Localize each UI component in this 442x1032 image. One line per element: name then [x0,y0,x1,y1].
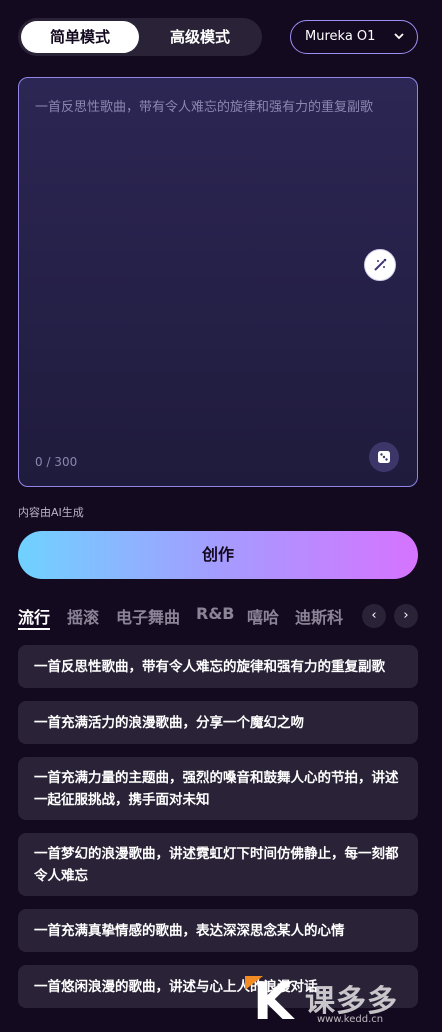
chevron-right-icon: › [403,608,409,623]
char-count: 0 / 300 [35,455,78,469]
tab-disco[interactable]: 迪斯科 [295,604,343,628]
ai-generated-note: 内容由AI生成 [18,506,84,519]
dice-icon[interactable] [369,442,399,472]
mode-toggle: 简单模式 高级模式 [18,18,262,56]
advanced-mode-tab[interactable]: 高级模式 [141,21,259,53]
watermark-url: www.kedd.cn [317,1014,384,1025]
magic-wand-icon[interactable] [364,249,396,281]
chevron-left-icon: ‹ [371,608,377,623]
simple-mode-tab[interactable]: 简单模式 [21,21,139,53]
tabs-prev-button[interactable]: ‹ [362,604,386,628]
model-select-label: Mureka O1 [305,29,376,44]
top-bar: 简单模式 高级模式 Mureka O1 [18,18,418,58]
suggestion-item[interactable]: 一首充满力量的主题曲，强烈的嗓音和鼓舞人心的节拍，讲述一起征服挑战，携手面对未知 [18,757,418,820]
tab-rock[interactable]: 摇滚 [67,604,99,628]
suggestion-item[interactable]: 一首充满真挚情感的歌曲，表达深深思念某人的心情 [18,909,418,952]
prompt-placeholder: 一首反思性歌曲，带有令人难忘的旋律和强有力的重复副歌 [35,100,374,115]
tabs-next-button[interactable]: › [394,604,418,628]
tab-hiphop[interactable]: 嘻哈 [247,604,279,628]
prompt-textarea[interactable]: 一首反思性歌曲，带有令人难忘的旋律和强有力的重复副歌 0 / 300 [18,77,418,487]
genre-tabs: 流行 摇滚 电子舞曲 R&B 嘻哈 迪斯科 ‹ › [18,600,418,630]
model-select[interactable]: Mureka O1 [290,20,418,54]
create-button[interactable]: 创作 [18,531,418,579]
suggestion-item[interactable]: 一首悠闲浪漫的歌曲，讲述与心上人的浪漫对话 [18,965,418,1008]
suggestion-item[interactable]: 一首充满活力的浪漫歌曲，分享一个魔幻之吻 [18,701,418,744]
chevron-down-icon [393,21,405,65]
suggestion-item[interactable]: 一首梦幻的浪漫歌曲，讲述霓虹灯下时间仿佛静止，每一刻都令人难忘 [18,833,418,896]
tab-rnb[interactable]: R&B [196,604,234,623]
active-tab-indicator [18,628,50,630]
tab-pop[interactable]: 流行 [18,604,50,628]
suggestion-item[interactable]: 一首反思性歌曲，带有令人难忘的旋律和强有力的重复副歌 [18,645,418,688]
tab-edm[interactable]: 电子舞曲 [116,604,180,628]
